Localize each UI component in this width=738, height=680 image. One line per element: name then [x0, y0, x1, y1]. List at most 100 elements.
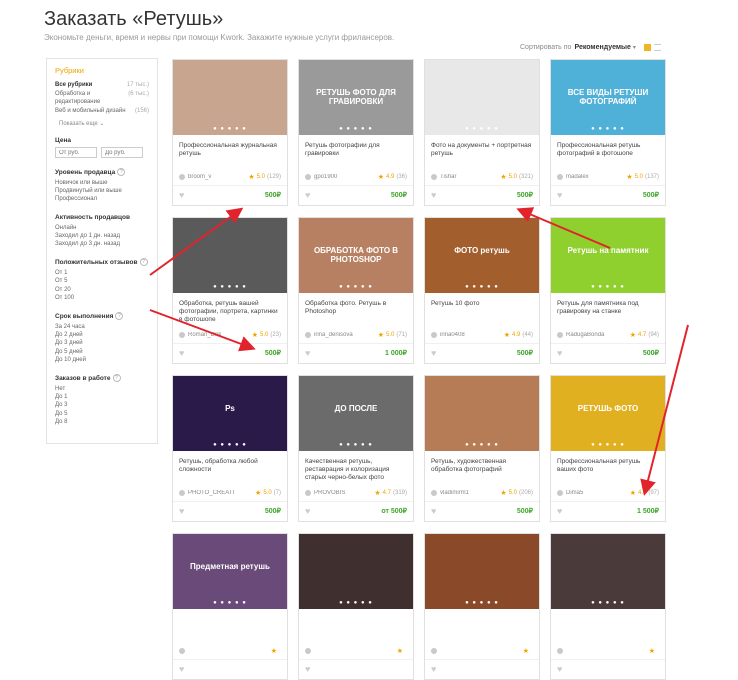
category-all[interactable]: Все рубрики 17 тыс.) [55, 81, 149, 90]
kwork-thumbnail[interactable]: ФОТО ретушь ● ● ● ● ● [425, 218, 539, 293]
filter-option[interactable]: Продвинутый или выше [55, 187, 149, 195]
seller-name[interactable]: Roman_Drik [188, 332, 252, 338]
kwork-card[interactable]: ● ● ● ● ● Ретушь, художественная обработк… [424, 375, 540, 522]
heart-icon[interactable]: ♥ [557, 506, 562, 516]
filter-option[interactable]: До 8 [55, 418, 149, 426]
kwork-card[interactable]: ВСЕ ВИДЫ РЕТУШИ ФОТОГРАФИЙ ● ● ● ● ● Профе… [550, 59, 666, 206]
kwork-card[interactable]: ● ● ● ● ● ★ ♥ [298, 533, 414, 680]
filter-option[interactable]: От 1 [55, 269, 149, 277]
seller-name[interactable]: PHOTO_CREATI [188, 490, 255, 496]
kwork-card[interactable]: ● ● ● ● ● Фото на документы + портретная … [424, 59, 540, 206]
show-more-link[interactable]: Показать еще ⌄ [59, 120, 149, 127]
seller-name[interactable]: vladimirm1 [440, 490, 500, 496]
filter-option[interactable]: От 20 [55, 286, 149, 294]
carousel-dots[interactable]: ● ● ● ● ● [173, 126, 287, 132]
filter-option[interactable]: До 10 дней [55, 356, 149, 364]
seller-name[interactable]: madalex [566, 174, 626, 180]
seller-name[interactable]: gpo1900 [314, 174, 378, 180]
carousel-dots[interactable]: ● ● ● ● ● [551, 442, 665, 448]
carousel-dots[interactable]: ● ● ● ● ● [299, 600, 413, 606]
heart-icon[interactable]: ♥ [431, 190, 436, 200]
help-icon[interactable]: ? [117, 168, 126, 176]
category-editing[interactable]: Обработка и (6 тыс.) [55, 90, 149, 99]
category-web-design[interactable]: Веб и мобильный дизайн (156) [55, 107, 149, 116]
seller-name[interactable]: RadugaBonda [566, 332, 630, 338]
kwork-thumbnail[interactable]: Ретушь на памятник ● ● ● ● ● [551, 218, 665, 293]
carousel-dots[interactable]: ● ● ● ● ● [299, 442, 413, 448]
seller-name[interactable]: broom_v [188, 174, 248, 180]
kwork-thumbnail[interactable]: ОБРАБОТКА ФОТО В PHOTOSHOP ● ● ● ● ● [299, 218, 413, 293]
avatar[interactable] [179, 490, 185, 496]
carousel-dots[interactable]: ● ● ● ● ● [299, 126, 413, 132]
filter-option[interactable]: До 5 [55, 410, 149, 418]
heart-icon[interactable]: ♥ [557, 348, 562, 358]
carousel-dots[interactable]: ● ● ● ● ● [173, 284, 287, 290]
carousel-dots[interactable]: ● ● ● ● ● [425, 284, 539, 290]
sort-dropdown[interactable]: Рекомендуемые [574, 44, 630, 51]
kwork-title[interactable]: Обработка, ретушь вашей фотографии, порт… [173, 293, 287, 327]
kwork-title[interactable] [173, 609, 287, 643]
heart-icon[interactable]: ♥ [179, 506, 184, 516]
heart-icon[interactable]: ♥ [431, 506, 436, 516]
carousel-dots[interactable]: ● ● ● ● ● [551, 284, 665, 290]
avatar[interactable] [557, 174, 563, 180]
carousel-dots[interactable]: ● ● ● ● ● [173, 442, 287, 448]
heart-icon[interactable]: ♥ [305, 348, 310, 358]
kwork-title[interactable]: Качественная ретушь, реставрация и колор… [299, 451, 413, 485]
kwork-thumbnail[interactable]: ● ● ● ● ● [425, 376, 539, 451]
heart-icon[interactable]: ♥ [179, 348, 184, 358]
heart-icon[interactable]: ♥ [431, 664, 436, 674]
seller-name[interactable]: Dima5 [566, 490, 630, 496]
filter-option[interactable]: До 2 дней [55, 331, 149, 339]
avatar[interactable] [431, 648, 437, 654]
kwork-card[interactable]: ДО ПОСЛЕ ● ● ● ● ● Качественная ретушь, ре… [298, 375, 414, 522]
kwork-card[interactable]: ● ● ● ● ● ★ ♥ [550, 533, 666, 680]
heart-icon[interactable]: ♥ [179, 190, 184, 200]
carousel-dots[interactable]: ● ● ● ● ● [551, 126, 665, 132]
avatar[interactable] [305, 174, 311, 180]
kwork-card[interactable]: ● ● ● ● ● ★ ♥ [424, 533, 540, 680]
filter-option[interactable]: До 3 [55, 401, 149, 409]
carousel-dots[interactable]: ● ● ● ● ● [299, 284, 413, 290]
avatar[interactable] [431, 174, 437, 180]
seller-name[interactable]: PROVOBIS [314, 490, 374, 496]
filter-option[interactable]: Онлайн [55, 224, 149, 232]
kwork-thumbnail[interactable]: ● ● ● ● ● [551, 534, 665, 609]
avatar[interactable] [179, 648, 185, 654]
category-editing-cont[interactable]: редактирование [55, 98, 149, 107]
kwork-thumbnail[interactable]: Ps ● ● ● ● ● [173, 376, 287, 451]
seller-name[interactable]: Tishar [440, 174, 500, 180]
kwork-thumbnail[interactable]: ● ● ● ● ● [173, 218, 287, 293]
filter-option[interactable]: Новичок или выше [55, 179, 149, 187]
grid-view-icon[interactable] [643, 44, 651, 51]
kwork-title[interactable]: Обработка фото. Ретушь в Photoshop [299, 293, 413, 327]
avatar[interactable] [305, 490, 311, 496]
filter-option[interactable]: Нет [55, 385, 149, 393]
kwork-thumbnail[interactable]: ● ● ● ● ● [425, 60, 539, 135]
kwork-card[interactable]: ● ● ● ● ● Профессиональная журнальная рет… [172, 59, 288, 206]
avatar[interactable] [557, 490, 563, 496]
kwork-card[interactable]: РЕТУШЬ ФОТО ● ● ● ● ● Профессиональная рет… [550, 375, 666, 522]
carousel-dots[interactable]: ● ● ● ● ● [551, 600, 665, 606]
kwork-thumbnail[interactable]: ДО ПОСЛЕ ● ● ● ● ● [299, 376, 413, 451]
kwork-title[interactable]: Ретушь для памятника под гравировку на с… [551, 293, 665, 327]
price-from-input[interactable] [55, 147, 97, 158]
filter-option[interactable]: До 5 дней [55, 348, 149, 356]
kwork-thumbnail[interactable]: РЕТУШЬ ФОТО ДЛЯ ГРАВИРОВКИ ● ● ● ● ● [299, 60, 413, 135]
filter-option[interactable]: От 100 [55, 294, 149, 302]
avatar[interactable] [557, 332, 563, 338]
heart-icon[interactable]: ♥ [305, 190, 310, 200]
carousel-dots[interactable]: ● ● ● ● ● [425, 126, 539, 132]
heart-icon[interactable]: ♥ [305, 506, 310, 516]
price-to-input[interactable] [101, 147, 143, 158]
kwork-title[interactable] [551, 609, 665, 643]
kwork-title[interactable]: Ретушь 10 фото [425, 293, 539, 327]
heart-icon[interactable]: ♥ [179, 664, 184, 674]
filter-option[interactable]: До 1 [55, 393, 149, 401]
kwork-thumbnail[interactable]: ВСЕ ВИДЫ РЕТУШИ ФОТОГРАФИЙ ● ● ● ● ● [551, 60, 665, 135]
heart-icon[interactable]: ♥ [557, 190, 562, 200]
kwork-card[interactable]: ОБРАБОТКА ФОТО В PHOTOSHOP ● ● ● ● ● Обраб… [298, 217, 414, 364]
kwork-card[interactable]: ● ● ● ● ● Обработка, ретушь вашей фотогра… [172, 217, 288, 364]
kwork-title[interactable] [425, 609, 539, 643]
kwork-title[interactable]: Ретушь, обработка любой сложности [173, 451, 287, 485]
